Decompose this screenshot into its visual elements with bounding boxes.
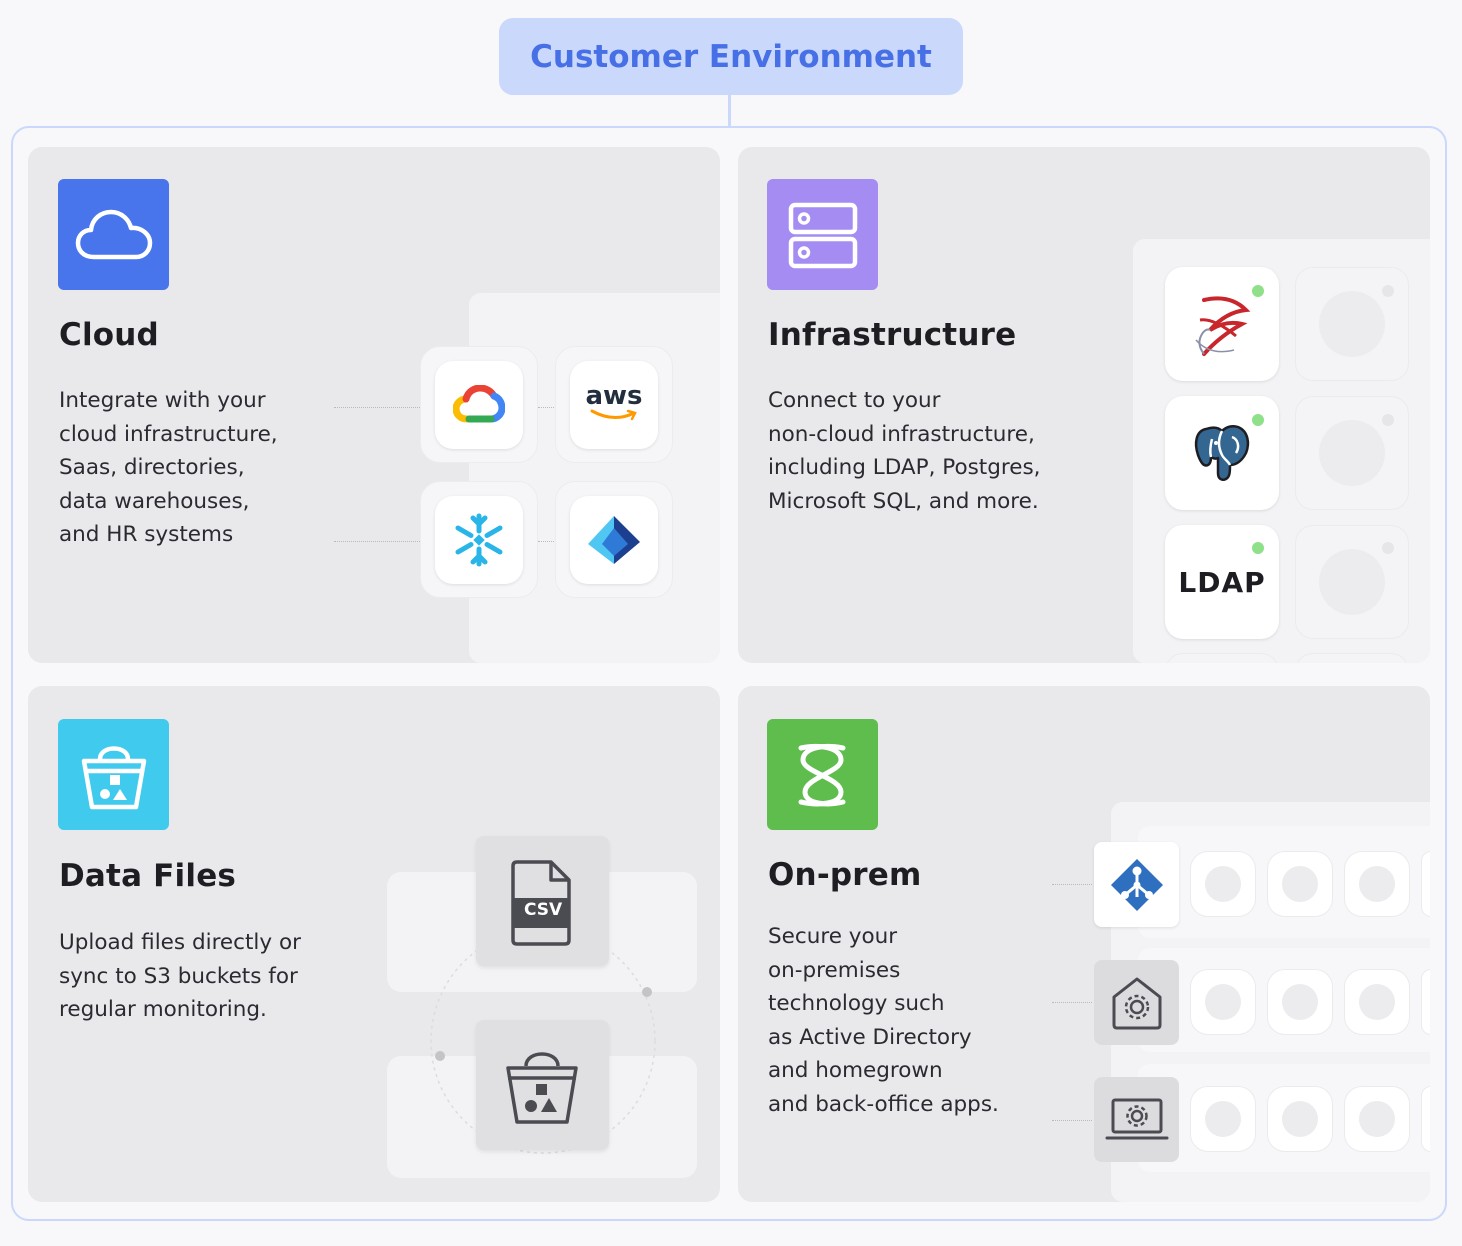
placeholder-tile — [1421, 969, 1430, 1035]
status-dot — [1252, 285, 1264, 297]
placeholder-dot — [1382, 542, 1394, 554]
status-dot — [1252, 414, 1264, 426]
back-office-app-icon — [1094, 1077, 1179, 1162]
ldap-icon: LDAP — [1165, 525, 1279, 639]
placeholder-circle — [1319, 291, 1385, 357]
connector-line — [334, 407, 420, 408]
connector-line — [538, 407, 556, 408]
placeholder-tile — [1421, 851, 1430, 917]
homegrown-app-icon — [1094, 960, 1179, 1045]
placeholder-circle — [1205, 1101, 1241, 1137]
bucket-icon — [58, 719, 169, 830]
title-connector-line — [728, 95, 731, 127]
status-dot — [1252, 542, 1264, 554]
cloud-icon — [58, 179, 169, 290]
placeholder-circle — [1319, 420, 1385, 486]
infrastructure-title: Infrastructure — [768, 317, 1017, 353]
csv-label: CSV — [524, 900, 563, 920]
connector-line — [1052, 1002, 1092, 1003]
cloud-title: Cloud — [59, 317, 159, 353]
azure-icon — [570, 496, 658, 584]
infrastructure-description: Connect to your non-cloud infrastructure… — [768, 388, 1041, 514]
placeholder-circle — [1359, 866, 1395, 902]
placeholder-circle — [1282, 866, 1318, 902]
placeholder-circle — [1282, 984, 1318, 1020]
on-prem-description: Secure your on-premises technology such … — [768, 924, 999, 1117]
placeholder-circle — [1205, 984, 1241, 1020]
on-prem-icon — [767, 719, 878, 830]
cloud-description: Integrate with your cloud infrastructure… — [59, 388, 278, 548]
connector-line — [1052, 1120, 1092, 1121]
data-files-description: Upload files directly or sync to S3 buck… — [59, 930, 301, 1023]
placeholder-circle — [1282, 1101, 1318, 1137]
data-files-card: Data Files Upload files directly or sync… — [28, 686, 720, 1202]
connector-line — [538, 541, 556, 542]
placeholder-dot — [1382, 285, 1394, 297]
placeholder-tile — [1165, 653, 1279, 663]
microsoft-sql-icon — [1165, 267, 1279, 381]
on-prem-title: On-prem — [768, 857, 922, 893]
on-prem-card: On-prem Secure your on-premises technolo… — [738, 686, 1430, 1202]
placeholder-circle — [1359, 1101, 1395, 1137]
placeholder-tile — [1295, 653, 1409, 663]
placeholder-circle — [1359, 984, 1395, 1020]
server-icon — [767, 179, 878, 290]
s3-bucket-icon — [476, 1020, 609, 1150]
placeholder-circle — [1319, 549, 1385, 615]
aws-icon: aws — [570, 361, 658, 449]
connector-line — [334, 541, 420, 542]
snowflake-icon — [435, 496, 523, 584]
placeholder-dot — [1382, 414, 1394, 426]
data-files-title: Data Files — [59, 858, 237, 894]
ldap-label: LDAP — [1178, 565, 1266, 599]
connector-line — [1052, 884, 1092, 885]
cloud-card: Cloud Integrate with your cloud infrastr… — [28, 147, 720, 663]
postgres-icon — [1165, 396, 1279, 510]
google-cloud-icon — [435, 361, 523, 449]
placeholder-circle — [1205, 866, 1241, 902]
placeholder-tile — [1421, 1086, 1430, 1152]
aws-label: aws — [585, 381, 643, 411]
active-directory-icon — [1094, 842, 1179, 927]
diagram-title: Customer Environment — [499, 18, 963, 95]
csv-file-icon: CSV — [476, 836, 609, 966]
infrastructure-card: Infrastructure Connect to your non-cloud… — [738, 147, 1430, 663]
